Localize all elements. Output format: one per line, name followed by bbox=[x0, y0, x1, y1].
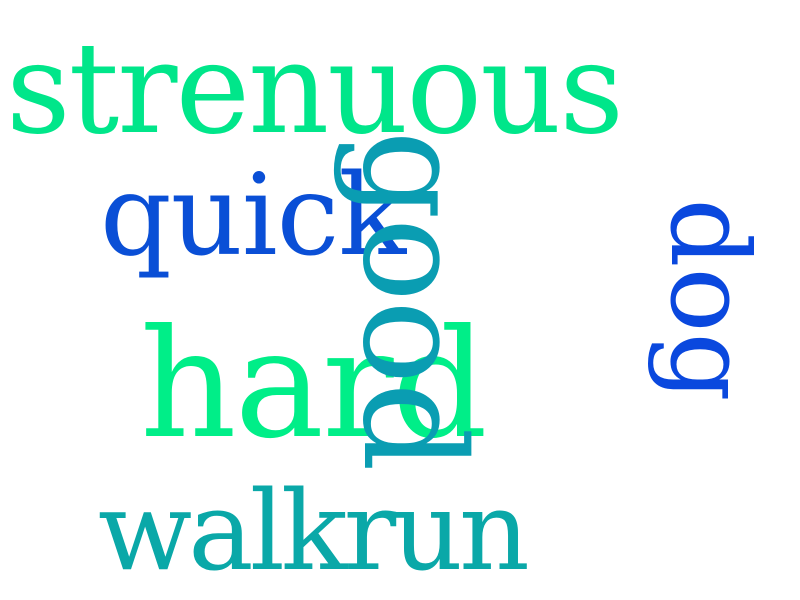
word-good: good bbox=[331, 130, 494, 470]
word-strenuous: strenuous bbox=[6, 15, 624, 162]
word-cloud: strenuous quick hard walkrun good dog bbox=[0, 0, 800, 600]
word-dog: dog bbox=[646, 198, 771, 402]
word-walkrun: walkrun bbox=[98, 467, 530, 595]
